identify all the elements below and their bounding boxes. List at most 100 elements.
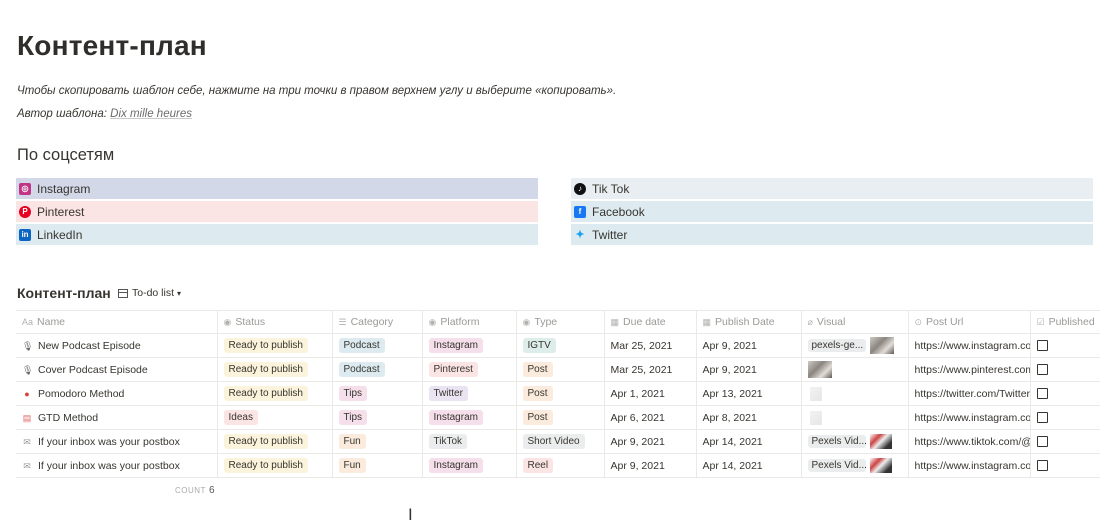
visual-cell[interactable]: pexels-ge... [801, 333, 909, 358]
published-checkbox[interactable] [1036, 340, 1048, 352]
column-header-due-date[interactable]: ▦ Due date [604, 310, 697, 334]
social-item-tiktok[interactable]: ♪ Tik Tok [571, 178, 1093, 199]
category-cell[interactable]: Podcast [332, 357, 423, 382]
name-cell[interactable]: ✉ If your inbox was your postbox [16, 453, 218, 478]
due-date-cell[interactable]: Apr 1, 2021 [604, 381, 697, 406]
name-cell[interactable]: ● Pomodoro Method [16, 381, 218, 406]
published-cell[interactable] [1030, 405, 1100, 430]
file-chip[interactable]: pexels-ge... [807, 339, 866, 352]
due-date-cell[interactable]: Apr 9, 2021 [604, 453, 697, 478]
view-switcher[interactable]: To-do list ▾ [118, 287, 181, 299]
platform-cell[interactable]: Instagram [422, 453, 517, 478]
platform-cell[interactable]: Twitter [422, 381, 517, 406]
publish-date-cell[interactable]: Apr 9, 2021 [696, 357, 802, 382]
category-cell[interactable]: Tips [332, 381, 423, 406]
column-header-visual[interactable]: ⌀ Visual [801, 310, 909, 334]
social-item-instagram[interactable]: ◎ Instagram [16, 178, 538, 199]
due-date-cell[interactable]: Apr 9, 2021 [604, 429, 697, 454]
post-url-cell[interactable]: https://www.instagram.com/ [908, 333, 1031, 358]
published-checkbox[interactable] [1036, 412, 1048, 424]
social-item-facebook[interactable]: f Facebook [571, 201, 1093, 222]
due-date-cell[interactable]: Mar 25, 2021 [604, 333, 697, 358]
platform-cell[interactable]: Instagram [422, 333, 517, 358]
social-item-twitter[interactable]: ✦ Twitter [571, 224, 1093, 245]
platform-cell[interactable]: TikTok [422, 429, 517, 454]
status-cell[interactable]: Ready to publish [217, 453, 333, 478]
status-cell[interactable]: Ready to publish [217, 429, 333, 454]
publish-date-cell[interactable]: Apr 9, 2021 [696, 333, 802, 358]
due-date-cell[interactable]: Mar 25, 2021 [604, 357, 697, 382]
column-header-category[interactable]: ☰ Category [332, 310, 423, 334]
column-header-platform[interactable]: ◉ Platform [422, 310, 517, 334]
publish-date-cell[interactable]: Apr 14, 2021 [696, 453, 802, 478]
table-row[interactable]: ✉ If your inbox was your postbox Ready to… [16, 453, 1100, 478]
post-url-cell[interactable]: https://www.tiktok.com/@ [908, 429, 1031, 454]
type-cell[interactable]: Post [516, 357, 605, 382]
category-cell[interactable]: Fun [332, 429, 423, 454]
video-thumbnail[interactable] [869, 434, 892, 449]
type-cell[interactable]: Short Video [516, 429, 605, 454]
visual-cell[interactable] [801, 405, 909, 430]
post-url-cell[interactable]: https://www.instagram.com/ [908, 453, 1031, 478]
image-thumbnail[interactable] [809, 386, 822, 401]
social-item-pinterest[interactable]: P Pinterest [16, 201, 538, 222]
category-cell[interactable]: Fun [332, 453, 423, 478]
column-header-published[interactable]: ☑ Published [1030, 310, 1100, 334]
published-checkbox[interactable] [1036, 436, 1048, 448]
video-thumbnail[interactable] [869, 458, 892, 473]
platform-cell[interactable]: Instagram [422, 405, 517, 430]
type-cell[interactable]: Post [516, 381, 605, 406]
post-url-cell[interactable]: https://twitter.com/Twitter [908, 381, 1031, 406]
image-thumbnail[interactable] [807, 361, 832, 378]
file-chip[interactable]: Pexels Vid... [807, 435, 866, 448]
name-cell[interactable]: 🎙 New Podcast Episode [16, 333, 218, 358]
table-row[interactable]: ▤ GTD Method Ideas Tips Instagram Post Ap… [16, 405, 1100, 430]
name-cell[interactable]: ✉ If your inbox was your postbox [16, 429, 218, 454]
status-cell[interactable]: Ready to publish [217, 357, 333, 382]
column-header-post-url[interactable]: ⊙ Post Url [908, 310, 1031, 334]
type-cell[interactable]: Post [516, 405, 605, 430]
published-checkbox[interactable] [1036, 364, 1048, 376]
author-link[interactable]: Dix mille heures [110, 108, 192, 120]
database-title[interactable]: Контент-план [17, 285, 111, 301]
post-url-cell[interactable]: https://www.pinterest.com/ [908, 357, 1031, 382]
status-cell[interactable]: Ready to publish [217, 381, 333, 406]
visual-cell[interactable]: Pexels Vid... [801, 429, 909, 454]
publish-date-cell[interactable]: Apr 13, 2021 [696, 381, 802, 406]
status-cell[interactable]: Ready to publish [217, 333, 333, 358]
table-row[interactable]: 🎙 New Podcast Episode Ready to publish Po… [16, 333, 1100, 358]
visual-cell[interactable]: Pexels Vid... [801, 453, 909, 478]
image-thumbnail[interactable] [869, 337, 894, 354]
published-cell[interactable] [1030, 357, 1100, 382]
type-cell[interactable]: Reel [516, 453, 605, 478]
post-url-cell[interactable]: https://www.instagram.com/ [908, 405, 1031, 430]
table-row[interactable]: 🎙 Cover Podcast Episode Ready to publish … [16, 357, 1100, 382]
image-thumbnail[interactable] [809, 410, 822, 425]
column-header-publish-date[interactable]: ▦ Publish Date [696, 310, 802, 334]
visual-cell[interactable] [801, 357, 909, 382]
published-cell[interactable] [1030, 381, 1100, 406]
social-item-linkedin[interactable]: in LinkedIn [16, 224, 538, 245]
status-cell[interactable]: Ideas [217, 405, 333, 430]
column-header-status[interactable]: ◉ Status [217, 310, 333, 334]
published-checkbox[interactable] [1036, 388, 1048, 400]
published-checkbox[interactable] [1036, 460, 1048, 472]
published-cell[interactable] [1030, 333, 1100, 358]
due-date-cell[interactable]: Apr 6, 2021 [604, 405, 697, 430]
category-cell[interactable]: Tips [332, 405, 423, 430]
visual-cell[interactable] [801, 381, 909, 406]
column-header-type[interactable]: ◉ Type [516, 310, 605, 334]
file-chip[interactable]: Pexels Vid... [807, 459, 866, 472]
published-cell[interactable] [1030, 453, 1100, 478]
publish-date-cell[interactable]: Apr 14, 2021 [696, 429, 802, 454]
name-cell[interactable]: 🎙 Cover Podcast Episode [16, 357, 218, 382]
table-row[interactable]: ● Pomodoro Method Ready to publish Tips T… [16, 381, 1100, 406]
category-cell[interactable]: Podcast [332, 333, 423, 358]
platform-cell[interactable]: Pinterest [422, 357, 517, 382]
publish-date-cell[interactable]: Apr 8, 2021 [696, 405, 802, 430]
name-cell[interactable]: ▤ GTD Method [16, 405, 218, 430]
published-cell[interactable] [1030, 429, 1100, 454]
type-cell[interactable]: IGTV [516, 333, 605, 358]
table-row[interactable]: ✉ If your inbox was your postbox Ready to… [16, 429, 1100, 454]
column-header-name[interactable]: Aa Name [16, 310, 218, 334]
